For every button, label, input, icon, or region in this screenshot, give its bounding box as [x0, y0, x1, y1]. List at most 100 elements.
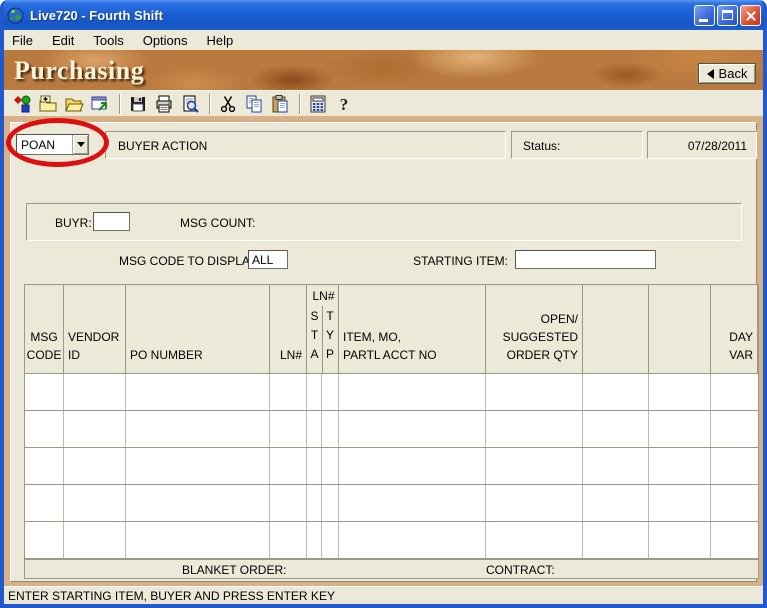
table-cell[interactable]	[270, 448, 307, 484]
table-cell[interactable]	[486, 485, 583, 521]
table-cell[interactable]	[339, 448, 486, 484]
paste-button[interactable]	[268, 93, 292, 115]
table-cell[interactable]	[307, 522, 322, 558]
table-row[interactable]	[25, 374, 758, 411]
minimize-icon	[699, 19, 708, 22]
back-button[interactable]: Back	[698, 63, 756, 84]
table-cell[interactable]	[339, 522, 486, 558]
table-cell[interactable]	[25, 374, 64, 410]
status-bar: ENTER STARTING ITEM, BUYER AND PRESS ENT…	[4, 586, 763, 604]
save-icon	[128, 94, 148, 114]
table-cell[interactable]	[25, 411, 64, 447]
help-button[interactable]: ?	[332, 93, 356, 115]
table-row[interactable]	[25, 448, 758, 485]
print-button[interactable]	[152, 93, 176, 115]
menu-file[interactable]: File	[12, 33, 33, 48]
table-cell[interactable]	[322, 522, 339, 558]
table-cell[interactable]	[711, 411, 758, 447]
menu-options[interactable]: Options	[143, 33, 188, 48]
menu-edit[interactable]: Edit	[52, 33, 74, 48]
table-cell[interactable]	[583, 485, 649, 521]
close-button[interactable]	[740, 5, 761, 26]
table-cell[interactable]	[711, 522, 758, 558]
col-header-msg-code: MSG CODE	[25, 285, 64, 373]
col-header-item: ITEM, MO, PARTL ACCT NO	[339, 285, 486, 373]
table-cell[interactable]	[126, 411, 270, 447]
screen-name-panel: BUYER ACTION	[105, 131, 506, 159]
table-cell[interactable]	[126, 374, 270, 410]
goto-window-icon	[90, 94, 110, 114]
msg-code-to-display-input[interactable]	[248, 250, 288, 269]
buyr-input[interactable]	[93, 212, 130, 231]
table-cell[interactable]	[583, 411, 649, 447]
table-cell[interactable]	[64, 411, 126, 447]
table-cell[interactable]	[307, 448, 322, 484]
table-cell[interactable]	[649, 485, 711, 521]
table-cell[interactable]	[322, 374, 339, 410]
table-row[interactable]	[25, 485, 758, 522]
table-cell[interactable]	[64, 522, 126, 558]
table-cell[interactable]	[25, 522, 64, 558]
table-cell[interactable]	[25, 448, 64, 484]
navigator-button[interactable]	[10, 93, 34, 115]
table-cell[interactable]	[711, 485, 758, 521]
table-cell[interactable]	[307, 374, 322, 410]
table-cell[interactable]	[339, 485, 486, 521]
table-cell[interactable]	[307, 485, 322, 521]
table-cell[interactable]	[126, 448, 270, 484]
maximize-button[interactable]	[717, 5, 738, 26]
new-button[interactable]	[36, 93, 60, 115]
navigator-icon	[12, 94, 32, 114]
table-cell[interactable]	[711, 374, 758, 410]
table-cell[interactable]	[322, 411, 339, 447]
table-cell[interactable]	[649, 374, 711, 410]
open-button[interactable]	[62, 93, 86, 115]
table-cell[interactable]	[322, 448, 339, 484]
table-cell[interactable]	[25, 485, 64, 521]
table-cell[interactable]	[711, 448, 758, 484]
table-cell[interactable]	[583, 448, 649, 484]
table-cell[interactable]	[339, 374, 486, 410]
table-cell[interactable]	[64, 485, 126, 521]
calculator-button[interactable]	[306, 93, 330, 115]
table-cell[interactable]	[322, 485, 339, 521]
table-cell[interactable]	[649, 522, 711, 558]
table-cell[interactable]	[126, 485, 270, 521]
table-cell[interactable]	[583, 374, 649, 410]
col-header-day-var: DAY VAR	[711, 285, 758, 373]
table-row[interactable]	[25, 411, 758, 448]
table-cell[interactable]	[270, 374, 307, 410]
col-header-vendor-id: VENDOR ID	[64, 285, 126, 373]
table-cell[interactable]	[126, 522, 270, 558]
cut-icon	[218, 94, 238, 114]
table-cell[interactable]	[270, 411, 307, 447]
menu-help[interactable]: Help	[207, 33, 234, 48]
table-cell[interactable]	[307, 411, 322, 447]
table-cell[interactable]	[64, 374, 126, 410]
table-cell[interactable]	[486, 522, 583, 558]
copy-button[interactable]	[242, 93, 266, 115]
print-preview-button[interactable]	[178, 93, 202, 115]
starting-item-input[interactable]	[515, 250, 656, 269]
table-cell[interactable]	[486, 411, 583, 447]
table-row[interactable]	[25, 522, 758, 559]
save-button[interactable]	[126, 93, 150, 115]
table-cell[interactable]	[486, 448, 583, 484]
table-cell[interactable]	[270, 522, 307, 558]
menu-tools[interactable]: Tools	[93, 33, 123, 48]
table-cell[interactable]	[270, 485, 307, 521]
table-header-row: MSG CODE VENDOR ID PO NUMBER LN# S T A T…	[25, 285, 758, 374]
table-cell[interactable]	[339, 411, 486, 447]
copy-icon	[244, 94, 264, 114]
cut-button[interactable]	[216, 93, 240, 115]
minimize-button[interactable]	[694, 5, 715, 26]
table-cell[interactable]	[486, 374, 583, 410]
goto-button[interactable]	[88, 93, 112, 115]
table-cell[interactable]	[64, 448, 126, 484]
back-button-label: Back	[719, 66, 748, 81]
svg-text:?: ?	[340, 95, 349, 114]
table-cell[interactable]	[649, 411, 711, 447]
table-cell[interactable]	[649, 448, 711, 484]
toolbar-separator	[119, 94, 121, 114]
table-cell[interactable]	[583, 522, 649, 558]
